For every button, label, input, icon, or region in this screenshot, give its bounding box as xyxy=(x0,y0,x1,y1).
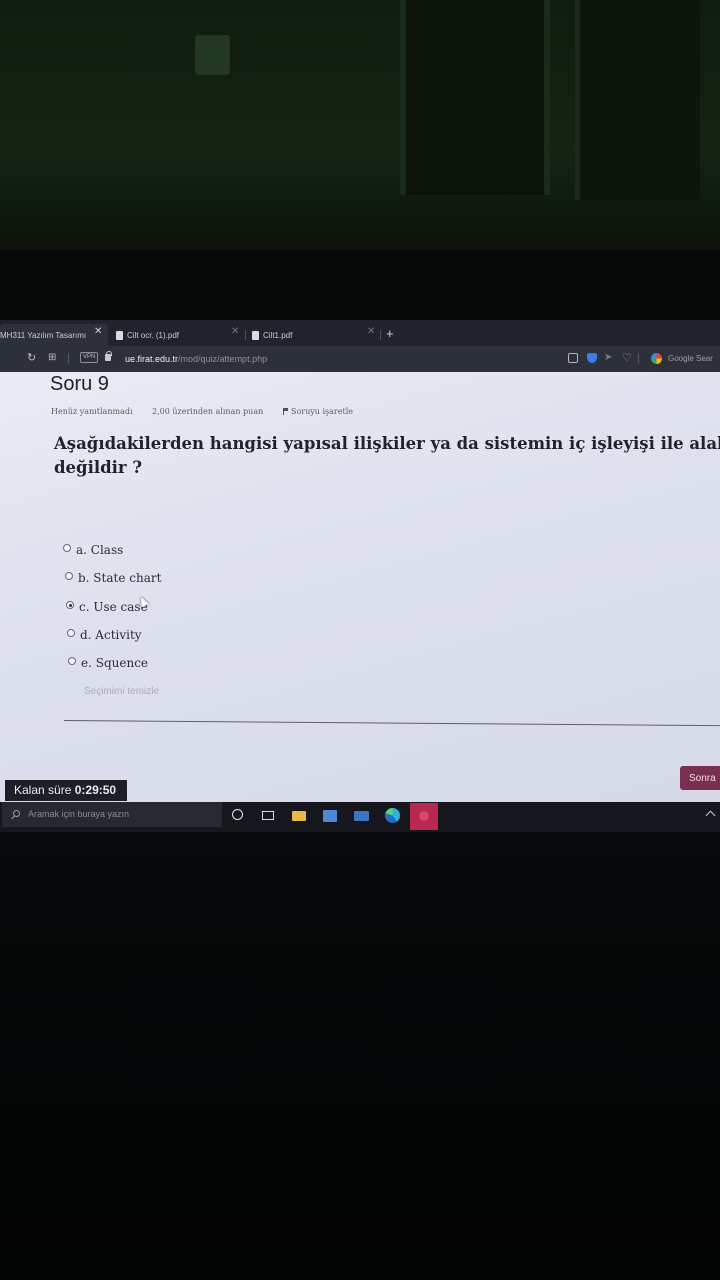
url-path: /mod/quiz/attempt.php xyxy=(178,354,268,364)
task-view-icon[interactable] xyxy=(262,811,274,820)
tab-cilt-ocr-pdf[interactable]: Cilt ocr. (1).pdf xyxy=(116,324,236,346)
tab-cilt1-pdf[interactable]: Cilt1.pdf xyxy=(252,324,372,346)
radio-button-selected[interactable] xyxy=(66,601,74,609)
windows-taskbar: Aramak için buraya yazın xyxy=(0,802,720,832)
next-page-button[interactable]: Sonra xyxy=(680,766,720,790)
search-icon xyxy=(13,810,20,817)
browser-tab-bar: MH311 Yazılım Tasarımı ✕ Cilt ocr. (1).p… xyxy=(0,320,720,346)
pdf-file-icon xyxy=(116,330,123,340)
store-icon[interactable] xyxy=(323,810,337,822)
file-explorer-icon[interactable] xyxy=(292,811,306,821)
question-points: 2,00 üzerinden alınan puan xyxy=(152,407,264,416)
heart-icon[interactable]: ♡ xyxy=(622,353,632,364)
question-text-line-1: Aşağıdakilerden hangisi yapısal ilişkile… xyxy=(54,434,720,453)
option-label: c. Use case xyxy=(79,600,148,614)
pinned-app-icon[interactable] xyxy=(410,803,438,830)
pdf-file-icon xyxy=(252,330,259,340)
background-door xyxy=(400,0,550,195)
quiz-page: Soru 9 Henüz yanıtlanmadı 2,00 üzerinden… xyxy=(0,372,720,802)
time-remaining-label: Kalan süre xyxy=(14,783,72,797)
close-icon[interactable]: ✕ xyxy=(94,327,102,337)
cortana-icon[interactable] xyxy=(232,809,243,820)
tab-yazilim-tasarimi[interactable]: MH311 Yazılım Tasarımı xyxy=(0,324,108,346)
clear-choice-link[interactable]: Seçimimi temizle xyxy=(84,686,159,697)
question-text: Aşağıdakilerden hangisi yapısal ilişkile… xyxy=(54,432,720,480)
close-icon[interactable]: ✕ xyxy=(231,327,239,337)
time-remaining-value: 0:29:50 xyxy=(74,783,117,797)
option-label: e. Squence xyxy=(81,656,149,670)
search-engine-field[interactable]: Google Sear xyxy=(668,354,713,363)
address-bar: ↻ ⊞ | VPN ue.firat.edu.tr/mod/quiz/attem… xyxy=(0,346,720,372)
lock-icon[interactable] xyxy=(105,351,112,361)
option-e[interactable]: e. Squence xyxy=(68,656,148,670)
taskbar-search-box[interactable]: Aramak için buraya yazın xyxy=(2,802,222,827)
option-label: d. Activity xyxy=(80,628,142,642)
speed-dial-icon[interactable]: ⊞ xyxy=(48,351,56,365)
close-icon[interactable]: ✕ xyxy=(367,327,375,337)
flag-question-label: Soruyu işaretle xyxy=(291,407,353,416)
flag-question-link[interactable]: Soruyu işaretle xyxy=(283,407,353,416)
taskbar-search-placeholder: Aramak için buraya yazın xyxy=(28,809,130,819)
option-b[interactable]: b. State chart xyxy=(65,571,161,585)
google-icon xyxy=(651,353,662,364)
mail-icon[interactable] xyxy=(354,811,369,821)
radio-button[interactable] xyxy=(65,572,73,580)
radio-button[interactable] xyxy=(68,657,76,665)
option-c[interactable]: c. Use case xyxy=(66,600,148,614)
question-status: Henüz yanıtlanmadı xyxy=(51,407,133,416)
option-label: a. Class xyxy=(76,543,124,557)
snapshot-icon[interactable] xyxy=(568,353,578,363)
send-icon[interactable]: ➤ xyxy=(604,353,614,363)
room-background xyxy=(0,0,720,250)
option-label: b. State chart xyxy=(78,571,162,585)
laptop-body xyxy=(0,832,720,1280)
flag-icon xyxy=(283,408,288,415)
url-field[interactable]: ue.firat.edu.tr/mod/quiz/attempt.php xyxy=(125,354,267,364)
question-text-line-2: değildir ? xyxy=(54,458,143,477)
url-host: ue.firat.edu.tr xyxy=(125,354,179,364)
radio-button[interactable] xyxy=(67,629,75,637)
wall-light-spot xyxy=(195,35,230,75)
laptop-bezel xyxy=(0,250,720,320)
tab-separator xyxy=(380,330,381,340)
radio-button[interactable] xyxy=(63,544,71,552)
tab-separator xyxy=(245,330,246,340)
tab-label: Cilt ocr. (1).pdf xyxy=(127,330,180,340)
background-doorframe xyxy=(575,0,700,200)
reload-icon[interactable]: ↻ xyxy=(27,351,36,365)
tab-label: MH311 Yazılım Tasarımı xyxy=(0,330,87,340)
shield-icon[interactable] xyxy=(587,353,597,363)
question-divider xyxy=(63,720,720,727)
address-separator: | xyxy=(67,352,70,364)
edge-icon[interactable] xyxy=(385,808,400,823)
vpn-badge[interactable]: VPN xyxy=(80,352,99,363)
new-tab-button[interactable]: + xyxy=(386,327,394,340)
chevron-up-icon[interactable] xyxy=(705,810,716,821)
option-d[interactable]: d. Activity xyxy=(67,628,142,642)
address-separator: | xyxy=(637,352,640,364)
time-remaining: Kalan süre 0:29:50 xyxy=(5,780,127,801)
question-number-title: Soru 9 xyxy=(50,373,109,395)
option-a[interactable]: a. Class xyxy=(63,543,123,557)
tab-label: Cilt1.pdf xyxy=(263,330,293,340)
